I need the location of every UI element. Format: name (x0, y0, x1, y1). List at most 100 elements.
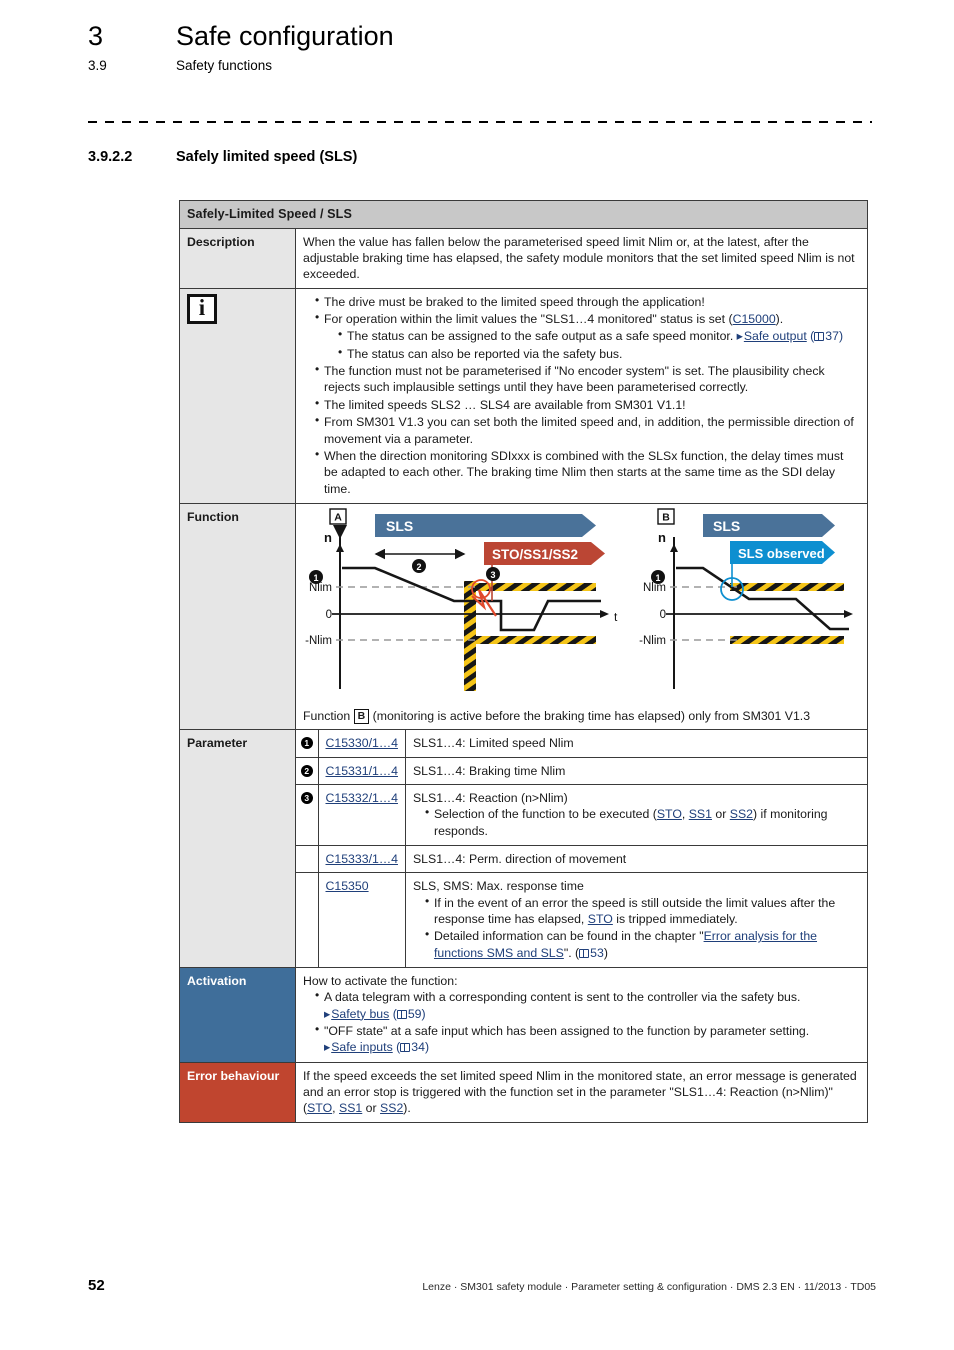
chapter-number: 3 (88, 21, 104, 51)
page-reference[interactable]: (59) (393, 1007, 426, 1021)
table-row: C15333/1…4 SLS1…4: Perm. direction of mo… (296, 844, 867, 874)
svg-text:n: n (324, 530, 332, 545)
notes-cell: The drive must be braked to the limited … (295, 287, 868, 504)
triangle-right-icon: ▸ (324, 1040, 331, 1055)
list-item: The status can be assigned to the safe o… (338, 327, 860, 344)
page-reference[interactable]: (37) (810, 329, 843, 343)
function-diagram: A SLS STO/SS1/SS2 n t Nlim 0 -Nlim 1 2 3… (296, 504, 867, 702)
list-item: A data telegram with a corresponding con… (315, 988, 860, 1022)
svg-text:SLS: SLS (713, 518, 740, 534)
safety-function-table: Safely-Limited Speed / SLS Description W… (179, 200, 868, 1123)
parameter-description: SLS1…4: Limited speed Nlim (404, 730, 867, 758)
svg-text:SLS observed: SLS observed (738, 546, 825, 561)
description-text: When the value has fallen below the para… (295, 227, 868, 289)
table-row-function: Function A SLS STO/SS1/SS2 n t Nlim 0 -N… (179, 502, 868, 731)
list-item: From SM301 V1.3 you can set both the lim… (315, 413, 860, 447)
list-item: When the direction monitoring SDIxxx is … (315, 447, 860, 497)
activation-list: A data telegram with a corresponding con… (303, 988, 860, 1055)
svg-text:STO/SS1/SS2: STO/SS1/SS2 (492, 547, 578, 562)
note-text: ). (775, 312, 784, 327)
table-row: 1 C15330/1…4 SLS1…4: Limited speed Nlim (296, 730, 867, 758)
marker-badge: 3 (296, 783, 319, 846)
parameter-description: SLS1…4: Braking time Nlim (404, 756, 867, 785)
link-sto[interactable]: STO (588, 912, 613, 926)
marker-badge: 1 (296, 730, 319, 758)
link-ss2[interactable]: SS2 (380, 1101, 403, 1115)
subsection-heading: 3.9.2.2 Safely limited speed (SLS) (88, 149, 357, 165)
table-row: C15350 SLS, SMS: Max. response time If i… (296, 872, 867, 968)
page-reference[interactable]: (34) (396, 1040, 429, 1054)
svg-text:2: 2 (416, 562, 421, 572)
marker-badge: 2 (296, 756, 319, 785)
page-footer: 52 Lenze · SM301 safety module · Paramet… (88, 1277, 876, 1294)
note-text: The status can be assigned to the safe o… (347, 329, 737, 344)
triangle-right-icon: ▸ (324, 1006, 331, 1021)
link-sto[interactable]: STO (307, 1101, 332, 1115)
section-heading: 3.9 Safety functions (88, 58, 878, 73)
list-item: For operation within the limit values th… (315, 310, 860, 362)
link-safe-output[interactable]: ▸Safe output (737, 329, 807, 343)
info-icon: i (187, 293, 217, 324)
svg-text:Nlim: Nlim (643, 582, 666, 594)
page-number: 52 (88, 1277, 105, 1294)
triangle-right-icon: ▸ (736, 329, 743, 344)
parameter-code: C15350 (317, 872, 406, 968)
link-ss2[interactable]: SS2 (730, 807, 753, 821)
subsection-number: 3.9.2.2 (88, 149, 133, 165)
link-c15332[interactable]: C15332/1…4 (326, 791, 398, 805)
panel-b: B SLS SLS observed n t (639, 508, 853, 689)
svg-text:SLS: SLS (386, 518, 413, 534)
svg-text:B: B (662, 511, 670, 523)
table-title-row: Safely-Limited Speed / SLS (179, 200, 868, 229)
book-icon (579, 948, 590, 958)
table-row: 2 C15331/1…4 SLS1…4: Braking time Nlim (296, 756, 867, 785)
dashed-divider (88, 121, 872, 123)
parameter-sublist: Selection of the function to be executed… (413, 805, 860, 839)
svg-text:Nlim: Nlim (309, 582, 332, 594)
table-row-description: Description When the value has fallen be… (179, 227, 868, 289)
parameter-description: SLS1…4: Reaction (n>Nlim) Selection of t… (404, 783, 867, 846)
sls-timing-diagram-svg: A SLS STO/SS1/SS2 n t Nlim 0 -Nlim 1 2 3… (305, 508, 853, 691)
svg-text:n: n (658, 530, 666, 545)
book-icon (396, 1009, 407, 1019)
function-version-note: Function B (monitoring is active before … (303, 708, 811, 725)
list-item: The function must not be parameterised i… (315, 362, 860, 396)
link-c15350[interactable]: C15350 (326, 879, 369, 893)
link-ss1[interactable]: SS1 (689, 807, 712, 821)
svg-text:1: 1 (655, 573, 660, 583)
activation-cell: How to activate the function: A data tel… (295, 967, 868, 1063)
subsection-title: Safely limited speed (SLS) (176, 149, 358, 165)
table-row: 3 C15332/1…4 SLS1…4: Reaction (n>Nlim) S… (296, 783, 867, 846)
parameter-sublist: If in the event of an error the speed is… (413, 894, 860, 961)
table-title: Safely-Limited Speed / SLS (179, 200, 868, 229)
row-label-function: Function (179, 502, 296, 731)
parameter-description: SLS, SMS: Max. response time If in the e… (404, 872, 867, 968)
list-item: The drive must be braked to the limited … (315, 293, 860, 310)
page-reference[interactable]: 53 (579, 946, 604, 960)
note-text: For operation within the limit values th… (324, 312, 733, 327)
table-row-activation: Activation How to activate the function:… (179, 967, 868, 1063)
svg-text:t: t (614, 610, 618, 624)
activation-intro: How to activate the function: (303, 974, 458, 989)
link-c15331[interactable]: C15331/1…4 (326, 764, 398, 778)
link-sto[interactable]: STO (657, 807, 682, 821)
link-c15330[interactable]: C15330/1…4 (326, 736, 398, 750)
section-number: 3.9 (88, 58, 107, 74)
row-label-error-behaviour: Error behaviour (179, 1061, 296, 1123)
list-item: The status can also be reported via the … (338, 345, 860, 362)
parameter-cell: 1 C15330/1…4 SLS1…4: Limited speed Nlim … (296, 730, 868, 968)
svg-text:A: A (334, 511, 342, 523)
svg-text:0: 0 (326, 609, 332, 621)
link-c15000[interactable]: C15000 (733, 312, 776, 326)
link-c15333[interactable]: C15333/1…4 (326, 852, 398, 866)
parameter-code: C15330/1…4 (317, 730, 406, 758)
svg-text:3: 3 (490, 570, 495, 580)
parameter-table: 1 C15330/1…4 SLS1…4: Limited speed Nlim … (296, 730, 867, 968)
link-ss1[interactable]: SS1 (339, 1101, 362, 1115)
link-safety-bus[interactable]: ▸Safety bus (324, 1007, 389, 1021)
link-safe-inputs[interactable]: ▸Safe inputs (324, 1040, 393, 1054)
list-item: Selection of the function to be executed… (425, 805, 860, 839)
parameter-description: SLS1…4: Perm. direction of movement (404, 844, 867, 874)
table-row-parameter: Parameter 1 C15330/1…4 SLS1…4: Limited s… (179, 729, 868, 969)
book-icon (814, 332, 825, 342)
